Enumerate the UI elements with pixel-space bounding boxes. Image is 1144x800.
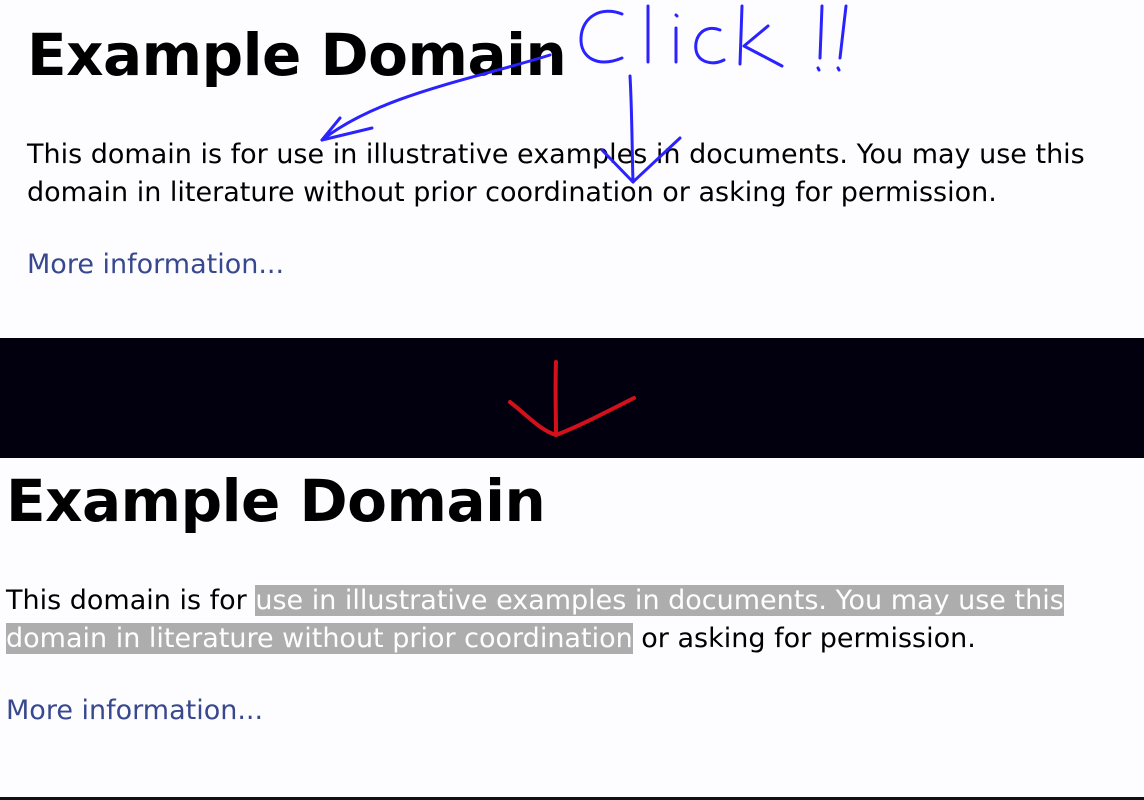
paragraph-line-2: domain in literature without prior coord…	[27, 177, 997, 208]
page-heading: Example Domain	[27, 21, 567, 89]
more-information-link[interactable]: More information...	[6, 692, 263, 730]
transition-divider	[0, 338, 1144, 458]
annotation-exclamation-2	[836, 4, 848, 72]
red-down-arrow-icon	[508, 360, 636, 437]
annotation-letter-c2	[694, 27, 726, 65]
paragraph-line-1: This domain is for use in illustrative e…	[27, 139, 1085, 170]
page-heading: Example Domain	[6, 467, 546, 535]
more-information-link[interactable]: More information...	[27, 246, 284, 284]
selected-text-highlight: use in illustrative examples in document…	[255, 585, 1064, 616]
selected-text-highlight: domain in literature without prior coord…	[6, 623, 633, 654]
annotation-exclamation-1	[816, 4, 824, 72]
annotation-letter-i	[674, 13, 679, 64]
annotation-letter-c	[579, 9, 624, 64]
unselected-text: This domain is for	[6, 585, 256, 616]
unselected-text: or asking for permission.	[632, 623, 976, 654]
page-paragraph: This domain is for use in illustrative e…	[27, 136, 1085, 212]
page-paragraph-with-selection: This domain is for use in illustrative e…	[6, 582, 1064, 658]
annotation-letter-k	[738, 4, 784, 68]
before-page-panel: Example Domain This domain is for use in…	[0, 0, 1144, 338]
after-page-panel: Example Domain This domain is for use in…	[0, 458, 1144, 798]
